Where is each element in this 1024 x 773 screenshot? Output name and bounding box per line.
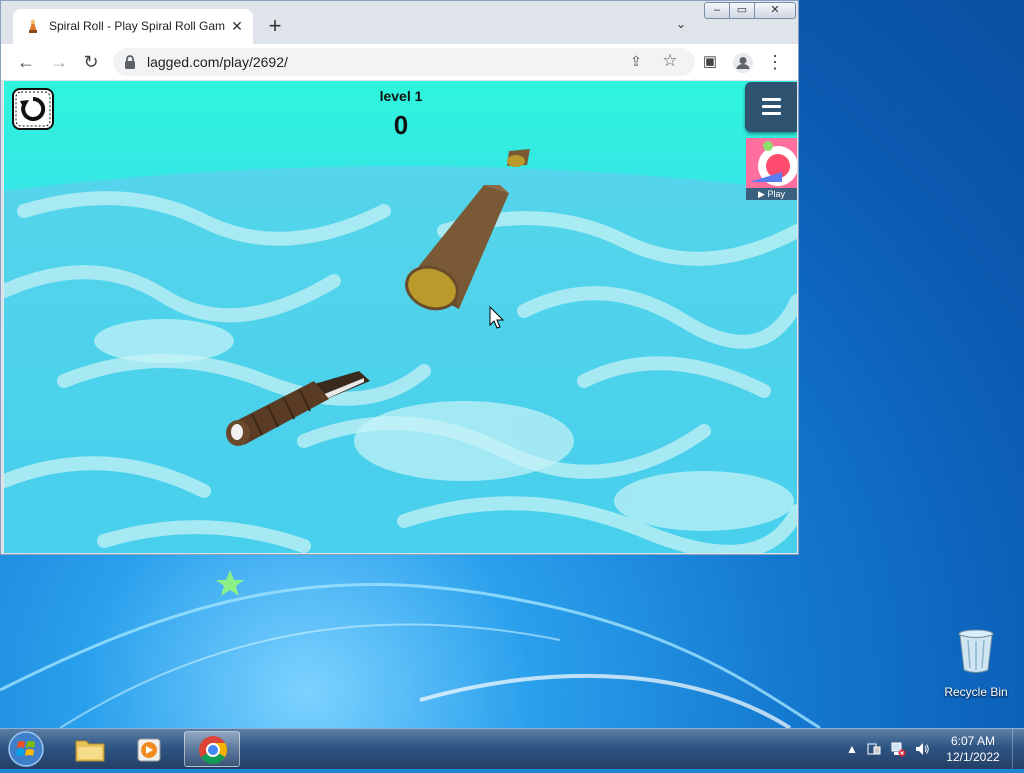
window-close-button[interactable]: ✕ [754,2,796,19]
tab-search-chevron-icon[interactable]: ⌄ [671,17,691,37]
taskbar-clock[interactable]: 6:07 AM 12/1/2022 [936,733,1010,765]
recycle-bin[interactable]: Recycle Bin [940,628,1012,699]
score-value: 0 [393,110,409,140]
recycle-bin-icon [958,629,994,673]
promo-play-label: ▶ Play [746,188,797,200]
browser-tab[interactable]: Spiral Roll - Play Spiral Roll Game ✕ [13,9,253,44]
tab-strip: Spiral Roll - Play Spiral Roll Game ✕ + … [1,1,798,44]
recycle-bin-label: Recycle Bin [944,685,1008,699]
restart-icon [15,91,51,127]
browser-toolbar: ← → ↻ lagged.com/play/2692/ ⇪ ☆ ▣ ⋮ [1,44,798,80]
taskbar-chrome[interactable] [184,731,240,767]
folder-icon [75,740,105,762]
clock-time: 6:07 AM [950,734,996,748]
show-hidden-icons-icon[interactable]: ▲ [844,741,860,757]
hamburger-menu-button[interactable] [745,82,797,132]
tab-title: Spiral Roll - Play Spiral Roll Game [49,19,225,33]
level-label: level 1 [379,88,423,104]
media-player-icon [137,738,161,762]
promo-thumbnail-image [746,138,797,188]
forward-icon[interactable]: → [48,52,70,74]
url-text[interactable]: lagged.com/play/2692/ [147,54,288,70]
browser-window: Spiral Roll - Play Spiral Roll Game ✕ + … [0,0,799,555]
taskbar-media-player[interactable] [122,731,178,767]
promo-game-thumbnail[interactable]: ▶ Play [746,138,797,200]
tab-close-icon[interactable]: ✕ [229,18,245,34]
start-button-icon[interactable] [6,730,46,768]
new-tab-button[interactable]: + [263,15,287,39]
favicon-icon [29,19,37,33]
profile-icon[interactable] [732,52,754,74]
window-maximize-button[interactable]: ▭ [729,2,755,19]
window-minimize-button[interactable]: – [704,2,730,19]
volume-icon[interactable] [914,741,930,757]
game-scene [4,81,797,553]
game-canvas[interactable]: level 1 0 ▶ Play [4,81,797,553]
chrome-icon [199,736,227,764]
lock-icon[interactable] [123,54,137,70]
side-panel-icon[interactable]: ▣ [699,52,721,74]
back-icon[interactable]: ← [15,52,37,74]
restart-button[interactable] [12,88,54,130]
address-bar[interactable]: lagged.com/play/2692/ ⇪ ☆ [113,48,695,76]
taskbar-file-explorer[interactable] [62,731,118,767]
browser-menu-icon[interactable]: ⋮ [764,52,786,74]
clock-date: 12/1/2022 [946,750,1000,764]
taskbar: ▲ 6:07 AM 12/1/2022 [0,728,1024,769]
bookmark-star-icon[interactable]: ☆ [661,52,679,70]
reload-icon[interactable]: ↻ [80,52,102,74]
show-desktop-button[interactable] [1012,729,1024,769]
share-icon[interactable]: ⇪ [627,53,645,71]
action-center-icon[interactable] [866,741,882,757]
distant-log [507,149,530,167]
network-icon[interactable] [890,741,906,757]
